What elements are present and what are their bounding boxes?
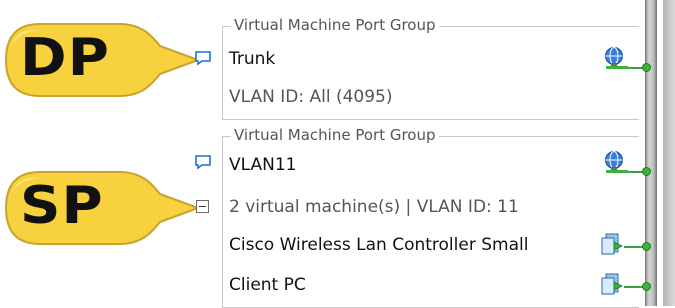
vswitch-rail-inner [663, 0, 675, 306]
speech-bubble-icon[interactable] [194, 50, 212, 66]
port-group-detail-row: VLAN ID: All (4095) [229, 81, 392, 113]
vm-name: Cisco Wireless Lan Controller Small [229, 235, 529, 255]
virtual-machine-icon[interactable] [600, 232, 628, 258]
port-group-vlan-detail: 2 virtual machine(s) | VLAN ID: 11 [229, 197, 519, 217]
link-dot [642, 282, 651, 291]
port-group-name-row[interactable]: VLAN11 [229, 149, 296, 181]
link-dot [642, 63, 651, 72]
virtual-machine-icon[interactable] [600, 272, 628, 298]
port-group-legend: Virtual Machine Port Group [231, 16, 439, 34]
network-globe-icon[interactable] [602, 46, 630, 72]
port-group-name: Trunk [229, 49, 276, 69]
port-group-legend: Virtual Machine Port Group [231, 126, 439, 144]
vm-row[interactable]: Client PC [229, 269, 306, 301]
speech-bubble-icon[interactable] [194, 154, 212, 170]
vswitch-diagram: DP SP Virtual Machine Port Group Trunk V… [0, 0, 675, 308]
vm-row[interactable]: Cisco Wireless Lan Controller Small [229, 229, 528, 261]
port-group-detail-row: 2 virtual machine(s) | VLAN ID: 11 [229, 191, 519, 223]
port-group-trunk: Virtual Machine Port Group Trunk VLAN ID… [222, 16, 639, 120]
dp-callout-label: DP [20, 28, 110, 88]
port-group-vlan-detail: VLAN ID: All (4095) [229, 87, 393, 107]
link-dot [642, 167, 651, 176]
port-group-vlan11: Virtual Machine Port Group VLAN11 2 virt… [222, 126, 639, 308]
sp-callout-label: SP [20, 176, 104, 236]
network-globe-icon[interactable] [602, 150, 630, 176]
port-group-name: VLAN11 [229, 155, 297, 175]
sp-callout: SP [0, 166, 200, 250]
vswitch-rail [645, 0, 657, 306]
collapse-minus-icon[interactable] [196, 200, 209, 213]
dp-callout: DP [0, 18, 200, 102]
link-dot [642, 242, 651, 251]
port-group-name-row[interactable]: Trunk [229, 43, 275, 75]
vm-name: Client PC [229, 275, 306, 295]
